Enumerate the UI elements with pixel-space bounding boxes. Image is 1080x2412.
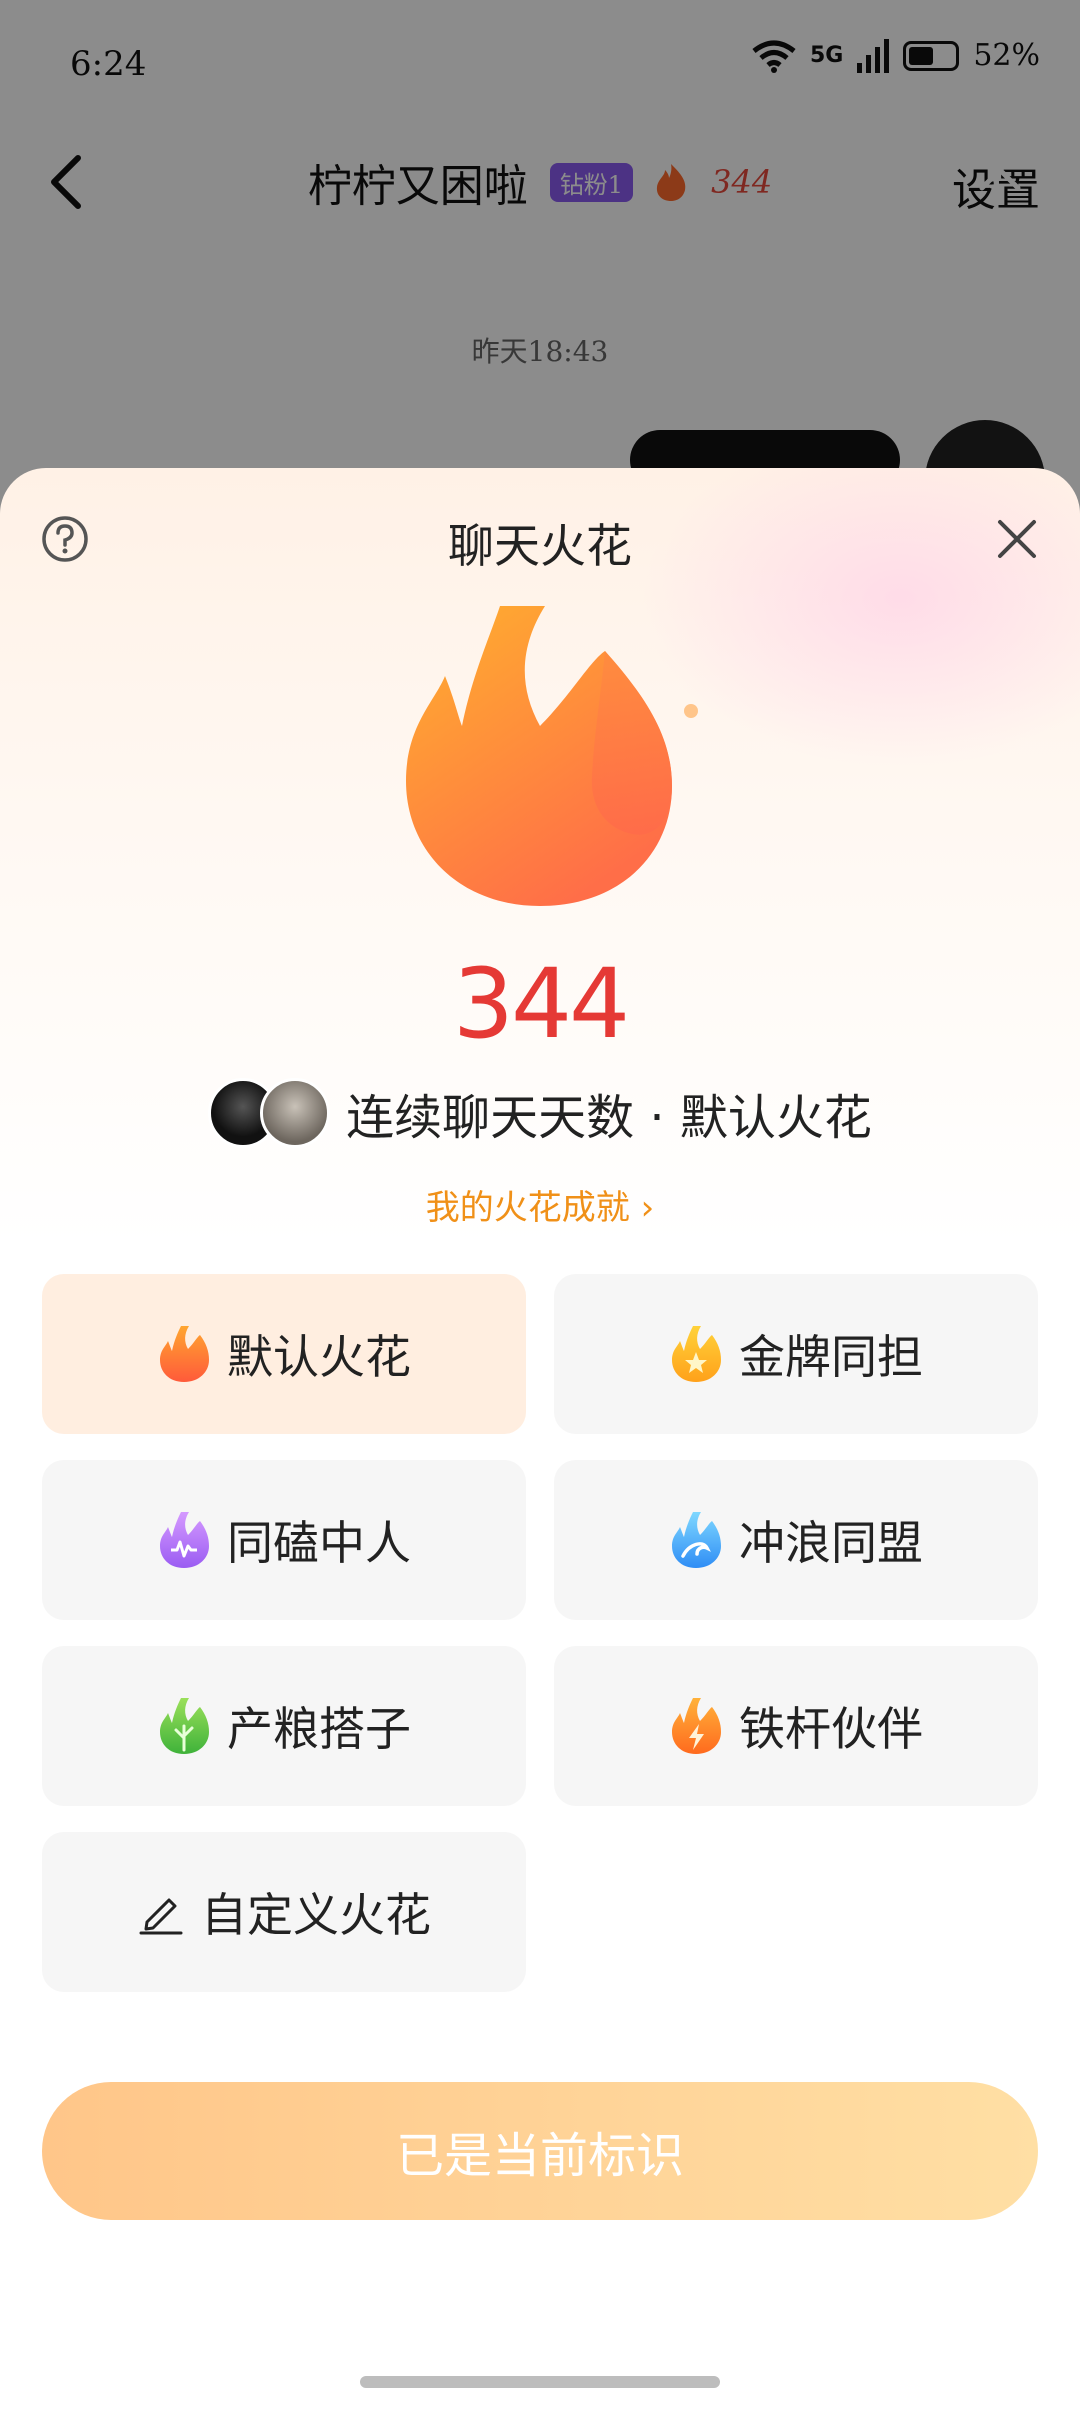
streak-description: 连续聊天天数 · 默认火花 (346, 1090, 872, 1146)
pencil-icon (139, 1898, 183, 1935)
flame-orange-bolt-icon (672, 1698, 721, 1754)
option-surf-alliance[interactable]: 冲浪同盟 (554, 1460, 1038, 1620)
option-label: 自定义火花 (201, 1888, 431, 1942)
sheet-title: 聊天火花 (448, 519, 632, 573)
option-custom-spark[interactable]: 自定义火花 (42, 1832, 526, 1992)
option-content-buddy[interactable]: 产粮搭子 (42, 1646, 526, 1806)
streak-description-row: 连续聊天天数 · 默认火花 (0, 1078, 1080, 1148)
current-badge-button[interactable]: 已是当前标识 (42, 2082, 1038, 2220)
spark-dot-decoration (684, 704, 698, 718)
option-label: 铁杆伙伴 (739, 1702, 923, 1756)
option-label: 产粮搭子 (227, 1702, 411, 1756)
home-indicator[interactable] (360, 2376, 720, 2388)
option-label: 同磕中人 (227, 1516, 411, 1570)
flame-gold-star-icon (672, 1326, 721, 1382)
option-shipping-partner[interactable]: 同磕中人 (42, 1460, 526, 1620)
option-label: 金牌同担 (739, 1330, 923, 1384)
option-label: 冲浪同盟 (739, 1516, 923, 1570)
close-icon[interactable] (994, 516, 1040, 562)
spark-bottom-sheet: 聊天火花 344 连续聊天天数 · 默认火花 我的火花成就 › 默认火花 金牌同… (0, 468, 1080, 2412)
option-label: 默认火花 (227, 1330, 411, 1384)
flame-green-leaf-icon (160, 1698, 209, 1754)
option-default-spark[interactable]: 默认火花 (42, 1274, 526, 1434)
large-flame-icon (406, 606, 672, 906)
option-loyal-partner[interactable]: 铁杆伙伴 (554, 1646, 1038, 1806)
flame-blue-wave-icon (672, 1512, 721, 1568)
achievement-link[interactable]: 我的火花成就 › (0, 1180, 1080, 1229)
streak-count: 344 (452, 948, 630, 1060)
flame-purple-icon (160, 1512, 209, 1568)
avatar-friend (260, 1078, 331, 1148)
option-gold-fan[interactable]: 金牌同担 (554, 1274, 1038, 1434)
flame-orange-icon (160, 1326, 209, 1382)
